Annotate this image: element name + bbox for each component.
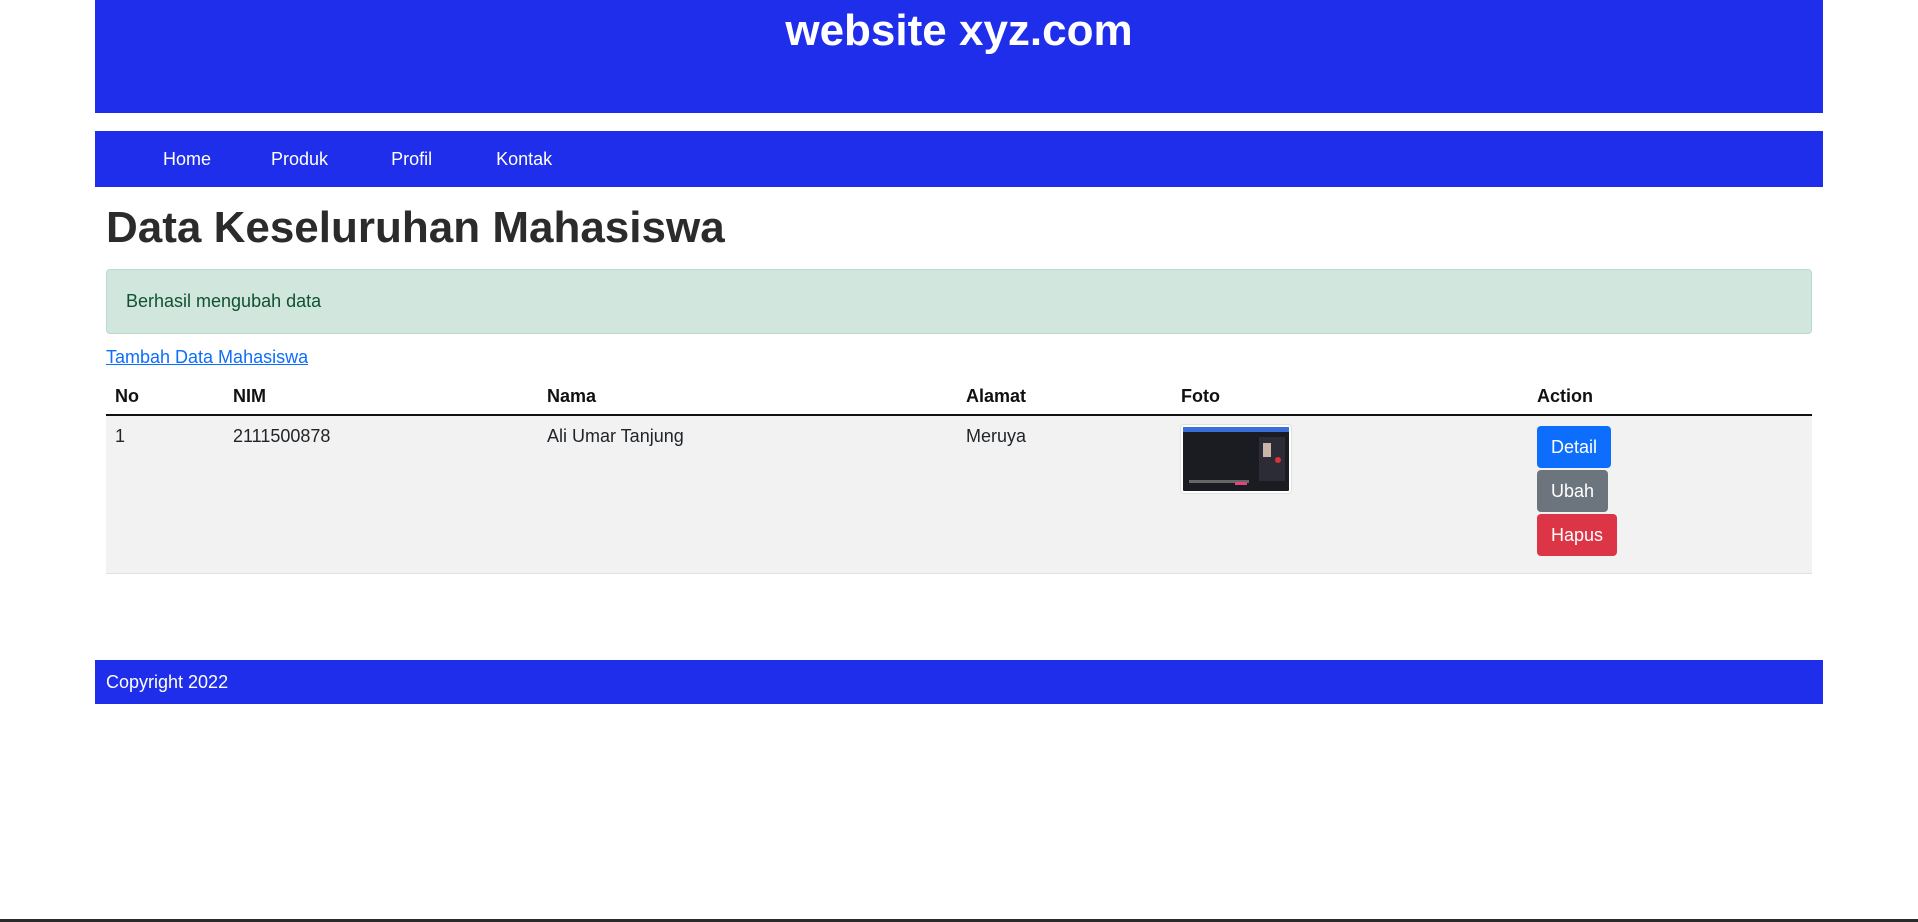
nav-item-produk[interactable]: Produk xyxy=(271,147,328,171)
edit-button[interactable]: Ubah xyxy=(1537,470,1609,512)
table-header-row: No NIM Nama Alamat Foto Action xyxy=(106,379,1812,416)
nav-item-profil[interactable]: Profil xyxy=(391,147,432,171)
column-header-no: No xyxy=(106,379,224,416)
table-row: 1 2111500878 Ali Umar Tanjung Meruya Det… xyxy=(106,415,1812,574)
column-header-nama: Nama xyxy=(538,379,957,416)
delete-button[interactable]: Hapus xyxy=(1537,514,1618,556)
site-header: website xyz.com xyxy=(95,0,1823,113)
nav-item-kontak[interactable]: Kontak xyxy=(496,147,552,171)
student-table: No NIM Nama Alamat Foto Action 1 2111500… xyxy=(106,379,1812,574)
detail-button[interactable]: Detail xyxy=(1537,426,1612,468)
add-student-link[interactable]: Tambah Data Mahasiswa xyxy=(106,347,308,368)
column-header-alamat: Alamat xyxy=(957,379,1172,416)
navbar: Home Produk Profil Kontak xyxy=(95,131,1823,187)
success-alert: Berhasil mengubah data xyxy=(106,269,1812,334)
cell-nama: Ali Umar Tanjung xyxy=(538,415,957,574)
page-title: Data Keseluruhan Mahasiswa xyxy=(106,203,725,252)
main-content: Data Keseluruhan Mahasiswa Berhasil meng… xyxy=(106,187,1812,574)
cell-nim: 2111500878 xyxy=(224,415,538,574)
cell-foto xyxy=(1172,415,1528,574)
student-photo-thumbnail xyxy=(1181,425,1291,493)
page: website xyz.com Home Produk Profil Konta… xyxy=(0,0,1918,922)
column-header-nim: NIM xyxy=(224,379,538,416)
cell-action: Detail Ubah Hapus xyxy=(1528,415,1812,574)
column-header-action: Action xyxy=(1528,379,1812,416)
column-header-foto: Foto xyxy=(1172,379,1528,416)
site-title: website xyz.com xyxy=(785,6,1133,55)
site-footer: Copyright 2022 xyxy=(95,660,1823,704)
copyright-text: Copyright 2022 xyxy=(106,672,229,692)
cell-alamat: Meruya xyxy=(957,415,1172,574)
nav-item-home[interactable]: Home xyxy=(163,147,211,171)
cell-no: 1 xyxy=(106,415,224,574)
